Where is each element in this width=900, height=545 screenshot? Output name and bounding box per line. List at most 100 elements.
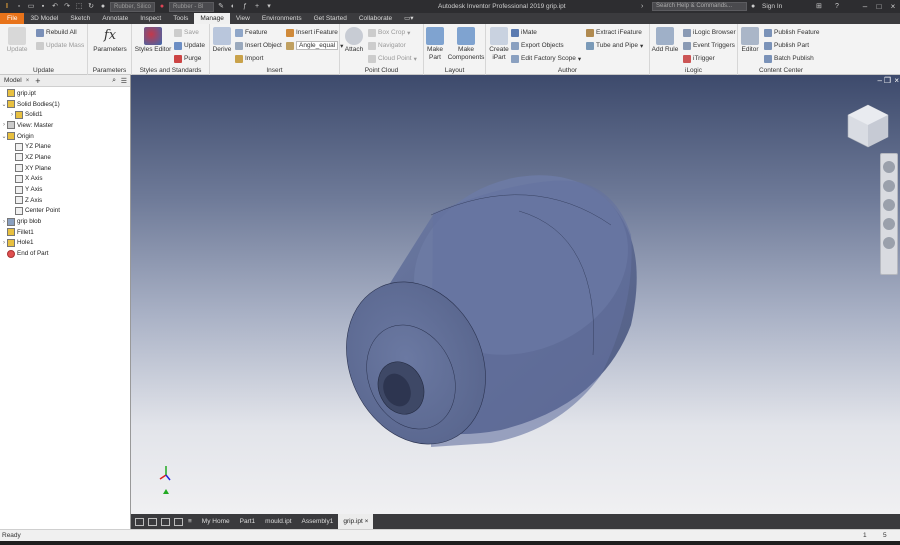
browser-node[interactable]: XZ Plane bbox=[0, 152, 130, 163]
browser-close-icon[interactable]: × bbox=[26, 78, 30, 84]
doc-tab-my-home[interactable]: My Home bbox=[197, 514, 235, 529]
part-model[interactable] bbox=[131, 75, 900, 514]
browser-node[interactable]: › View: Master bbox=[0, 120, 130, 131]
browser-node[interactable]: ⌄ Solid Bodies(1) bbox=[0, 99, 130, 110]
browser-node[interactable]: ⌄ Origin bbox=[0, 131, 130, 142]
tube-and-pipe-button[interactable]: Tube and Pipe ▾ bbox=[586, 40, 643, 51]
cloud-point-button[interactable]: Cloud Point ▾ bbox=[368, 53, 417, 64]
ilogic-browser-button[interactable]: iLogic Browser bbox=[683, 27, 736, 38]
editor-button[interactable]: Editor bbox=[739, 27, 761, 54]
clear-appearance-icon[interactable]: ✎ bbox=[216, 2, 226, 11]
new-file-icon[interactable]: ▫ bbox=[14, 2, 24, 11]
attach-button[interactable]: Attach bbox=[342, 27, 366, 54]
cart-icon[interactable]: ⊞ bbox=[816, 0, 822, 13]
help-icon[interactable]: ? bbox=[835, 0, 839, 13]
user-icon[interactable]: ● bbox=[751, 0, 755, 13]
tab-3d-model[interactable]: 3D Model bbox=[24, 13, 64, 24]
redo-icon[interactable]: ↷ bbox=[62, 2, 72, 11]
minimize-button[interactable]: – bbox=[858, 0, 872, 13]
undo-icon[interactable]: ↶ bbox=[50, 2, 60, 11]
import-button[interactable]: Import bbox=[235, 53, 263, 64]
feature-button[interactable]: Feature bbox=[235, 27, 267, 38]
customize-icon[interactable]: ▾ bbox=[264, 2, 274, 11]
appearance-combo[interactable]: Rubber - Bl bbox=[169, 1, 214, 12]
tab-tools[interactable]: Tools bbox=[167, 13, 194, 24]
browser-node[interactable]: End of Part bbox=[0, 248, 130, 259]
box-crop-button[interactable]: Box Crop ▾ bbox=[368, 27, 410, 38]
export-objects-button[interactable]: Export Objects bbox=[511, 40, 564, 51]
inventor-logo-icon[interactable]: I bbox=[2, 2, 12, 11]
tab-sketch[interactable]: Sketch bbox=[64, 13, 96, 24]
edit-factory-scope-button[interactable]: Edit Factory Scope ▾ bbox=[511, 53, 581, 64]
browser-node[interactable]: › grip blob bbox=[0, 216, 130, 227]
publish-feature-button[interactable]: Publish Feature bbox=[764, 27, 820, 38]
add-rule-button[interactable]: Add Rule bbox=[651, 27, 679, 54]
viewport-minimize-button[interactable]: – bbox=[878, 76, 882, 85]
make-components-button[interactable]: Make Components bbox=[446, 27, 486, 62]
angle-equal-combo[interactable]: Angle_equal ▾ bbox=[286, 40, 343, 51]
tile-grid-icon[interactable] bbox=[148, 517, 157, 526]
browser-menu-icon[interactable]: ☰ bbox=[121, 77, 127, 85]
tab-inspect[interactable]: Inspect bbox=[134, 13, 167, 24]
update-mass-button[interactable]: Update Mass bbox=[36, 40, 84, 51]
browser-tab-model[interactable]: Model bbox=[0, 75, 26, 87]
itrigger-button[interactable]: iTrigger bbox=[683, 53, 715, 64]
make-part-button[interactable]: Make Part bbox=[425, 27, 445, 62]
doc-tab-mould[interactable]: mould.ipt bbox=[260, 514, 296, 529]
browser-node[interactable]: Z Axis bbox=[0, 195, 130, 206]
adjust-icon[interactable]: ◐ bbox=[228, 2, 238, 11]
browser-node[interactable]: X Axis bbox=[0, 174, 130, 185]
doc-tab-part1[interactable]: Part1 bbox=[235, 514, 261, 529]
browser-add-icon[interactable]: + bbox=[35, 76, 40, 86]
search-input[interactable]: Search Help & Commands... bbox=[652, 2, 747, 11]
browser-node[interactable]: XY Plane bbox=[0, 163, 130, 174]
browser-node[interactable]: › Solid1 bbox=[0, 109, 130, 120]
tab-annotate[interactable]: Annotate bbox=[96, 13, 134, 24]
look-at-icon[interactable] bbox=[883, 237, 895, 249]
graphics-viewport[interactable]: – ❐ × bbox=[131, 75, 900, 514]
browser-node[interactable]: Fillet1 bbox=[0, 227, 130, 238]
navigator-button[interactable]: Navigator bbox=[368, 40, 406, 51]
open-file-icon[interactable]: ▭ bbox=[26, 2, 36, 11]
purge-button[interactable]: Purge bbox=[174, 53, 201, 64]
close-button[interactable]: × bbox=[886, 0, 900, 13]
browser-node[interactable]: Center Point bbox=[0, 206, 130, 217]
browser-search-icon[interactable]: ⌕ bbox=[112, 77, 116, 85]
zoom-icon[interactable] bbox=[883, 199, 895, 211]
update-icon[interactable]: ↻ bbox=[86, 2, 96, 11]
derive-button[interactable]: Derive bbox=[211, 27, 233, 54]
close-tab-icon[interactable]: × bbox=[365, 518, 369, 525]
doc-tab-assembly1[interactable]: Assembly1 bbox=[297, 514, 339, 529]
extract-ifeature-button[interactable]: Extract iFeature bbox=[586, 27, 642, 38]
publish-part-button[interactable]: Publish Part bbox=[764, 40, 809, 51]
tab-manage[interactable]: Manage bbox=[194, 13, 230, 24]
material-combo[interactable]: Rubber, Silico bbox=[110, 1, 155, 12]
tile-horizontal-icon[interactable] bbox=[135, 517, 144, 526]
cascade-icon[interactable] bbox=[174, 517, 183, 526]
pan-icon[interactable] bbox=[883, 180, 895, 192]
rebuild-all-button[interactable]: Rebuild All bbox=[36, 27, 77, 38]
ribbon-options-icon[interactable]: ▭▾ bbox=[398, 13, 419, 24]
parameters-button[interactable]: fx Parameters bbox=[92, 27, 128, 54]
browser-node[interactable]: › Hole1 bbox=[0, 238, 130, 249]
insert-object-button[interactable]: Insert Object bbox=[235, 40, 282, 51]
maximize-button[interactable]: □ bbox=[872, 0, 886, 13]
insert-ifeature-button[interactable]: Insert iFeature bbox=[286, 27, 338, 38]
imate-button[interactable]: iMate bbox=[511, 27, 537, 38]
save-icon[interactable]: ▪ bbox=[38, 2, 48, 11]
tab-view[interactable]: View bbox=[230, 13, 256, 24]
select-icon[interactable]: ⬚ bbox=[74, 2, 84, 11]
doc-tab-grip[interactable]: grip.ipt × bbox=[338, 514, 374, 529]
browser-node[interactable]: YZ Plane bbox=[0, 141, 130, 152]
styles-save-button[interactable]: Save bbox=[174, 27, 199, 38]
view-cube-icon[interactable] bbox=[847, 104, 889, 148]
viewport-restore-button[interactable]: ❐ bbox=[884, 76, 891, 85]
tile-vertical-icon[interactable] bbox=[161, 517, 170, 526]
event-triggers-button[interactable]: Event Triggers bbox=[683, 40, 735, 51]
tab-menu-icon[interactable]: ≡ bbox=[183, 514, 197, 529]
search-arrow-icon[interactable]: › bbox=[641, 0, 643, 13]
styles-editor-button[interactable]: Styles Editor bbox=[134, 27, 172, 54]
sign-in-button[interactable]: Sign In bbox=[762, 0, 782, 13]
orbit-icon[interactable] bbox=[883, 218, 895, 230]
browser-node[interactable]: grip.ipt bbox=[0, 88, 130, 99]
